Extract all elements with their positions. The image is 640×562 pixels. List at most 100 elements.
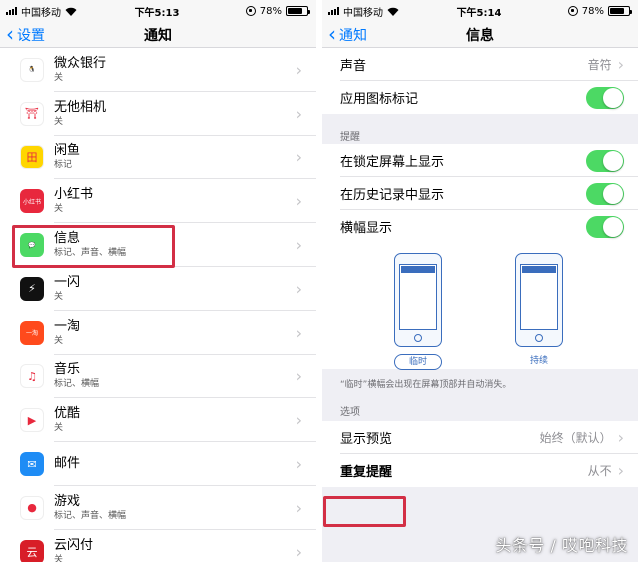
show-preview-label: 显示预览 bbox=[340, 432, 393, 447]
app-row[interactable]: ⛩ 无他相机关 › bbox=[0, 92, 316, 136]
app-notification-summary: 关 bbox=[54, 291, 64, 302]
left-screen: 中国移动 下午5:13 78% ‹ 设置 通知 🐧 微众银行关 › ⛩ 无他相机关 › 田闲… bbox=[0, 0, 316, 562]
right-screen: 中国移动 下午5:14 78% ‹ 通知 信息 声音 音符 › 应用图标标记 提… bbox=[322, 0, 638, 562]
back-button[interactable]: ‹ 通知 bbox=[328, 22, 367, 48]
app-name: 闲鱼 bbox=[54, 143, 81, 159]
chevron-right-icon: › bbox=[617, 461, 624, 480]
app-row[interactable]: ♫ 音乐 标记、横幅 › bbox=[0, 355, 316, 399]
app-notification-summary: 标记、声音、横幅 bbox=[54, 510, 127, 521]
lock-screen-label: 在锁定屏幕上显示 bbox=[340, 155, 445, 170]
wifi-icon bbox=[65, 7, 77, 16]
back-button[interactable]: ‹ 设置 bbox=[6, 22, 45, 48]
show-preview-value: 始终（默认） bbox=[539, 431, 612, 445]
app-notification-summary: 关 bbox=[54, 116, 64, 127]
music-icon: ♫ bbox=[20, 364, 44, 389]
chevron-right-icon: › bbox=[295, 235, 302, 255]
status-time: 下午5:13 bbox=[134, 7, 180, 19]
chevron-right-icon: › bbox=[617, 428, 624, 447]
app-name: 游戏 bbox=[54, 493, 81, 509]
battery-icon bbox=[608, 6, 632, 16]
repeat-alerts-row[interactable]: 重复提醒 从不 › bbox=[322, 454, 638, 487]
temporary-banner-option[interactable]: 临时 bbox=[394, 354, 442, 370]
persistent-banner-phone-icon[interactable] bbox=[515, 253, 563, 347]
banners-row: 横幅显示 bbox=[322, 210, 638, 243]
carrier-label: 中国移动 bbox=[21, 7, 61, 19]
banners-label: 横幅显示 bbox=[340, 221, 393, 236]
rotation-lock-icon bbox=[245, 6, 256, 16]
carrier-label: 中国移动 bbox=[343, 7, 383, 19]
sound-row[interactable]: 声音 音符 › bbox=[322, 48, 638, 81]
temporary-banner-phone-icon[interactable] bbox=[394, 253, 442, 347]
app-notification-summary: 标记、声音、横幅 bbox=[54, 248, 127, 259]
app-notification-summary: 关 bbox=[54, 423, 64, 434]
page-title: 信息 bbox=[466, 27, 494, 44]
chevron-right-icon: › bbox=[295, 498, 302, 518]
badge-toggle[interactable] bbox=[586, 86, 624, 109]
app-list: 🐧 微众银行关 › ⛩ 无他相机关 › 田闲鱼 标记 › 小红书 小红书关 › 💬 信息 标记、声音、横幅 ›… bbox=[0, 48, 316, 562]
persistent-banner-option[interactable]: 持续 bbox=[515, 354, 563, 370]
nav-bar: ‹ 通知 信息 bbox=[322, 22, 638, 48]
wuta-camera-icon: ⛩ bbox=[20, 101, 44, 126]
rotation-lock-icon bbox=[567, 6, 578, 16]
app-row[interactable]: 云云闪付关 › bbox=[0, 530, 316, 562]
app-name: 小红书 bbox=[54, 187, 94, 203]
app-row[interactable]: ⚡ 一闪关 › bbox=[0, 267, 316, 311]
watermark: 头条号 / 哎咆科技 bbox=[495, 536, 628, 555]
show-preview-row[interactable]: 显示预览 始终（默认） › bbox=[322, 421, 638, 454]
app-row[interactable]: ✉ 邮件 › bbox=[0, 442, 316, 486]
app-row[interactable]: 🐧 微众银行关 › bbox=[0, 48, 316, 92]
app-row[interactable]: 💬 信息 标记、声音、横幅 › bbox=[0, 223, 316, 267]
app-name: 一闪 bbox=[54, 274, 81, 290]
badge-label: 应用图标标记 bbox=[340, 92, 419, 107]
app-notification-summary: 关 bbox=[54, 554, 64, 562]
history-row: 在历史记录中显示 bbox=[322, 177, 638, 210]
page-title: 通知 bbox=[144, 27, 172, 44]
chevron-right-icon: › bbox=[295, 60, 302, 80]
battery-icon bbox=[286, 6, 310, 16]
app-name: 邮件 bbox=[54, 456, 81, 472]
app-notification-summary: 关 bbox=[54, 72, 64, 83]
chevron-right-icon: › bbox=[295, 366, 302, 386]
back-label: 通知 bbox=[339, 28, 367, 44]
signal-icon bbox=[6, 7, 17, 15]
chevron-right-icon: › bbox=[295, 323, 302, 343]
sound-label: 声音 bbox=[340, 59, 367, 74]
app-name: 信息 bbox=[54, 231, 81, 247]
alerts-section-header: 提醒 bbox=[340, 132, 360, 143]
lock-screen-toggle[interactable] bbox=[586, 149, 624, 172]
app-row[interactable]: 小红书 小红书关 › bbox=[0, 179, 316, 223]
webank-icon: 🐧 bbox=[20, 57, 44, 82]
app-row[interactable]: ▶ 优酷关 › bbox=[0, 398, 316, 442]
history-toggle[interactable] bbox=[586, 182, 624, 205]
app-row[interactable]: ● 游戏 标记、声音、横幅 › bbox=[0, 486, 316, 530]
messages-icon: 💬 bbox=[20, 233, 44, 258]
status-time: 下午5:14 bbox=[456, 7, 502, 19]
app-notification-summary: 标记 bbox=[54, 160, 73, 171]
chevron-right-icon: › bbox=[295, 104, 302, 124]
wifi-icon bbox=[387, 7, 399, 16]
app-row[interactable]: 田闲鱼 标记 › bbox=[0, 136, 316, 180]
youku-icon: ▶ bbox=[20, 408, 44, 433]
chevron-right-icon: › bbox=[295, 279, 302, 299]
mail-icon: ✉ bbox=[20, 452, 44, 477]
xiaohongshu-icon: 小红书 bbox=[20, 189, 44, 214]
repeat-alerts-value: 从不 bbox=[587, 464, 612, 478]
highlight-annotation bbox=[323, 496, 406, 527]
yitao-icon: 一淘 bbox=[20, 320, 44, 345]
battery-percent: 78% bbox=[259, 5, 282, 17]
status-bar: 中国移动 下午5:14 78% bbox=[322, 0, 638, 22]
repeat-alerts-label: 重复提醒 bbox=[340, 465, 393, 480]
banner-note: “临时”横幅会出现在屏幕顶部并自动消失。 bbox=[340, 380, 512, 390]
lock-screen-row: 在锁定屏幕上显示 bbox=[322, 144, 638, 177]
chevron-left-icon: ‹ bbox=[6, 22, 14, 46]
xianyu-icon: 田 bbox=[20, 145, 44, 170]
app-name: 优酷 bbox=[54, 406, 81, 422]
chevron-right-icon: › bbox=[295, 410, 302, 430]
banners-toggle[interactable] bbox=[586, 215, 624, 238]
chevron-right-icon: › bbox=[617, 55, 624, 74]
chevron-right-icon: › bbox=[295, 454, 302, 474]
app-row[interactable]: 一淘 一淘关 › bbox=[0, 311, 316, 355]
chevron-right-icon: › bbox=[295, 542, 302, 562]
app-name: 云闪付 bbox=[54, 537, 94, 553]
status-bar: 中国移动 下午5:13 78% bbox=[0, 0, 316, 22]
